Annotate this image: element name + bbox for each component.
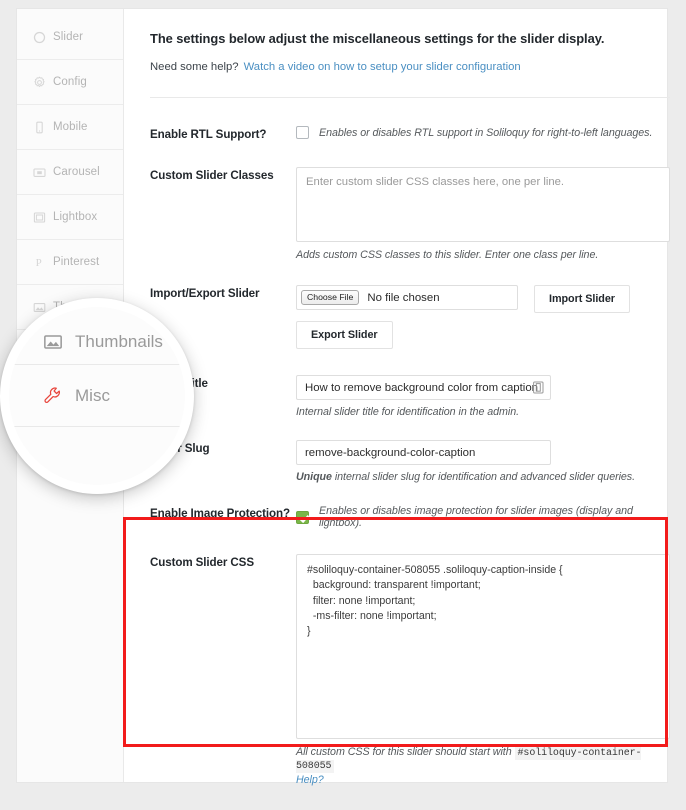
row-import-export-slider: Import/Export Slider Choose File No file… (150, 285, 670, 349)
row-label-import-export: Import/Export Slider (150, 287, 260, 300)
custom-css-help-link[interactable]: Help? (296, 774, 670, 786)
clipboard-icon[interactable] (533, 381, 544, 394)
thumbnails-icon (33, 301, 46, 314)
help-prompt-label: Need some help? (150, 61, 239, 73)
slider-slug-description-bold: Unique (296, 471, 332, 483)
sidebar-item-slider[interactable]: Slider (17, 15, 123, 60)
sidebar-item-pinterest[interactable]: P Pinterest (17, 240, 123, 285)
row-enable-rtl: Enable RTL Support? Enables or disables … (150, 126, 670, 141)
sidebar-item-label: Pinterest (53, 256, 100, 268)
mobile-icon (33, 121, 46, 134)
thumbnails-icon (43, 332, 63, 352)
wrench-icon (43, 386, 63, 406)
row-slider-title: Slider Title Internal slider title for i… (150, 375, 670, 418)
slider-slug-description-rest: internal slider slug for identification … (331, 471, 636, 483)
page-root: Slider Config Mobile Carousel Lightbox P… (0, 0, 686, 810)
enable-rtl-checkbox[interactable] (296, 126, 309, 139)
sidebar-item-label: Lightbox (53, 211, 98, 223)
svg-text:P: P (36, 257, 42, 269)
import-file-input[interactable]: Choose File No file chosen (296, 285, 518, 310)
custom-slider-css-description: All custom CSS for this slider should st… (296, 746, 670, 786)
sidebar-item-lightbox[interactable]: Lightbox (17, 195, 123, 240)
enable-rtl-description: Enables or disables RTL support in Solil… (319, 126, 653, 139)
sidebar-item-label: Slider (53, 31, 84, 43)
lightbox-icon (33, 211, 46, 224)
page-title: The settings below adjust the miscellane… (150, 31, 605, 46)
choose-file-button[interactable]: Choose File (301, 289, 360, 306)
magnified-item-label: Misc (75, 385, 110, 405)
slider-slug-input[interactable] (296, 440, 551, 465)
circle-icon (33, 31, 46, 44)
slider-title-input[interactable] (296, 375, 551, 400)
magnified-item-label: Thumbnails (75, 331, 163, 351)
sidebar-item-config[interactable]: Config (17, 60, 123, 105)
row-custom-slider-classes: Custom Slider Classes Adds custom CSS cl… (150, 167, 670, 261)
row-label-image-protection: Enable Image Protection? (150, 507, 290, 520)
image-protection-checkbox[interactable] (296, 510, 309, 524)
carousel-icon (33, 166, 46, 179)
row-custom-slider-css: Custom Slider CSS #soliloquy-container-5… (150, 554, 670, 786)
row-slider-slug: Slider Slug Unique internal slider slug … (150, 440, 670, 483)
row-label-custom-slider-classes: Custom Slider Classes (150, 169, 274, 182)
row-image-protection: Enable Image Protection? Enables or disa… (150, 505, 670, 529)
magnifier-overlay: Thumbnails Misc (0, 298, 194, 494)
slider-title-description: Internal slider title for identification… (296, 406, 520, 418)
slider-slug-description: Unique internal slider slug for identifi… (296, 471, 670, 483)
custom-slider-classes-textarea[interactable] (296, 167, 670, 242)
divider (150, 97, 670, 98)
gear-icon (33, 76, 46, 89)
watch-video-link[interactable]: Watch a video on how to setup your slide… (244, 61, 521, 73)
settings-main: The settings below adjust the miscellane… (124, 9, 686, 786)
custom-css-description-prefix: All custom CSS for this slider should st… (296, 746, 512, 758)
no-file-chosen-label: No file chosen (367, 291, 440, 304)
magnified-item-misc[interactable]: Misc (9, 365, 185, 427)
pinterest-icon: P (33, 256, 46, 269)
row-label-custom-slider-css: Custom Slider CSS (150, 556, 254, 569)
export-slider-button[interactable]: Export Slider (296, 321, 393, 349)
help-prompt: Need some help? Watch a video on how to s… (150, 61, 670, 73)
sidebar-item-label: Carousel (53, 166, 100, 178)
sidebar-item-label: Mobile (53, 121, 88, 133)
magnifier-spacer (9, 427, 185, 445)
custom-slider-classes-description: Adds custom CSS classes to this slider. … (296, 249, 599, 261)
import-slider-button[interactable]: Import Slider (534, 285, 630, 313)
sidebar-item-label: Config (53, 76, 87, 88)
image-protection-description: Enables or disables image protection for… (319, 505, 633, 529)
row-label-enable-rtl: Enable RTL Support? (150, 128, 267, 141)
custom-slider-css-textarea[interactable]: #soliloquy-container-508055 .soliloquy-c… (296, 554, 670, 739)
magnifier-content: Thumbnails Misc (9, 307, 185, 485)
sidebar-item-carousel[interactable]: Carousel (17, 150, 123, 195)
sidebar-item-mobile[interactable]: Mobile (17, 105, 123, 150)
